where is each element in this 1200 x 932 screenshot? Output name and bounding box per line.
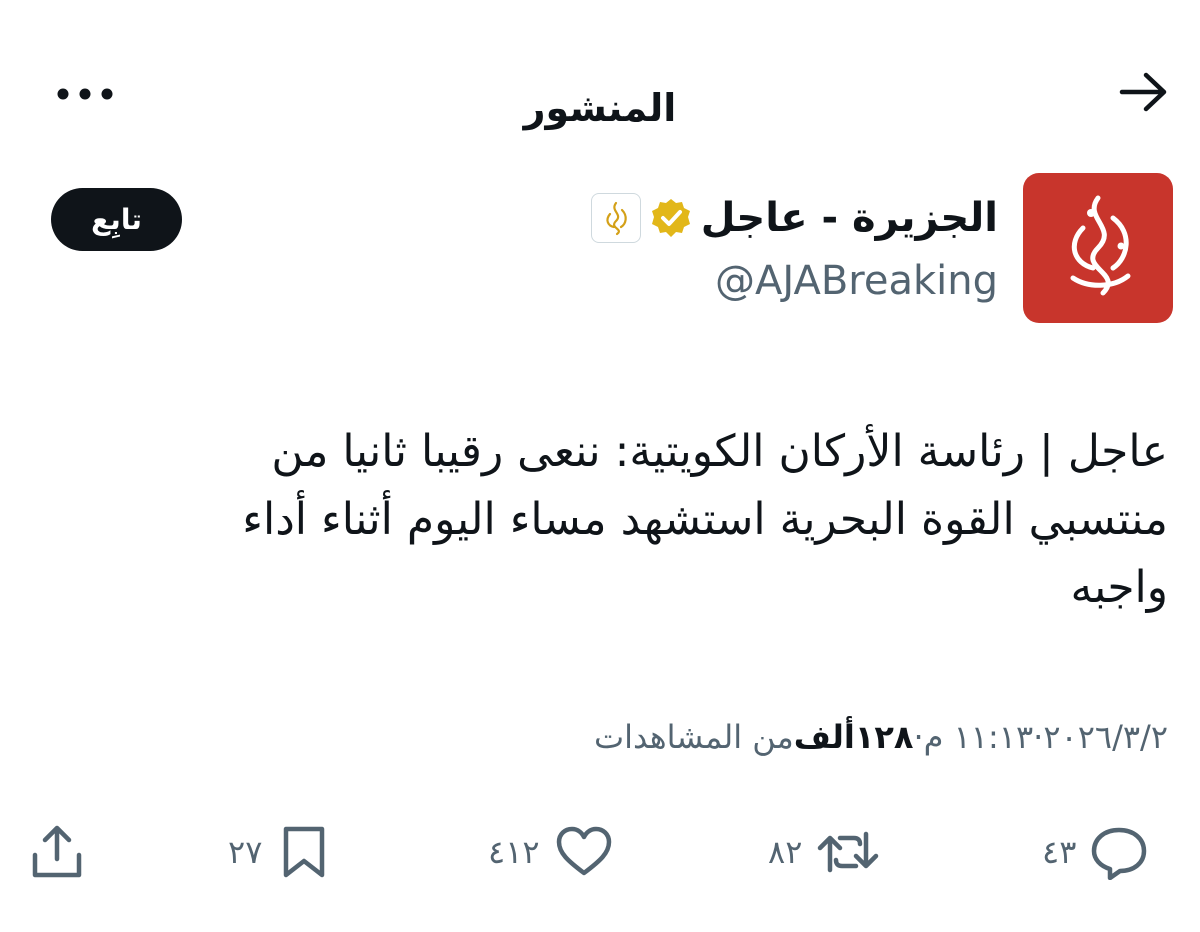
reply-icon xyxy=(1090,824,1148,880)
tweet-time[interactable]: ١١:١٣ م xyxy=(924,718,1034,756)
tweet-line: عاجل | رئاسة الأركان الكويتية: ننعى رقيب… xyxy=(271,426,1168,477)
repost-icon xyxy=(816,826,880,878)
tweet-line: واجبه xyxy=(1070,562,1168,613)
like-count: ٤١٢ xyxy=(488,833,540,871)
page-title: المنشور xyxy=(523,86,677,130)
verified-badge-icon[interactable] xyxy=(649,196,693,240)
tweet-text: عاجل | رئاسة الأركان الكويتية: ننعى رقيب… xyxy=(58,418,1168,622)
action-bar: ٤٣ ٨٢ ٤١٢ ٢٧ xyxy=(0,820,1200,890)
meta-separator: · xyxy=(1033,718,1044,756)
avatar[interactable] xyxy=(1023,173,1173,323)
follow-button[interactable]: تابِع xyxy=(51,188,182,251)
top-bar: المنشور xyxy=(0,40,1200,140)
reply-count: ٤٣ xyxy=(1042,833,1077,871)
share-icon xyxy=(30,823,84,881)
aljazeera-logo-icon xyxy=(1070,195,1131,296)
bookmark-count: ٢٧ xyxy=(228,833,263,871)
heart-icon xyxy=(554,825,614,879)
author-name-row: الجزيرة - عاجل xyxy=(590,188,998,248)
repost-button[interactable]: ٨٢ xyxy=(768,820,880,884)
bookmark-icon xyxy=(276,823,332,881)
tweet-line: منتسبي القوة البحرية استشهد مساء اليوم أ… xyxy=(242,494,1168,545)
like-button[interactable]: ٤١٢ xyxy=(488,820,614,884)
author-display-name[interactable]: الجزيرة - عاجل xyxy=(701,195,998,241)
meta-separator: · xyxy=(913,718,924,756)
tweet-date[interactable]: ٢٠٢٦/٣/٢ xyxy=(1043,718,1168,756)
repost-count: ٨٢ xyxy=(768,833,803,871)
views-count[interactable]: ١٢٨ألف xyxy=(794,718,914,756)
aljazeera-gold-logo-icon xyxy=(606,201,627,236)
reply-button[interactable]: ٤٣ xyxy=(1042,820,1148,884)
tweet-meta: ٢٠٢٦/٣/٢ · ١١:١٣ م · ١٢٨ألف من المشاهدات xyxy=(594,718,1168,756)
bookmark-button[interactable]: ٢٧ xyxy=(228,820,332,884)
more-dots-icon xyxy=(55,87,115,101)
more-options-button[interactable] xyxy=(50,74,120,114)
views-label: من المشاهدات xyxy=(593,718,794,756)
affiliate-badge[interactable] xyxy=(590,193,641,243)
share-button[interactable] xyxy=(30,820,84,884)
author-handle[interactable]: @AJABreaking xyxy=(715,258,998,304)
